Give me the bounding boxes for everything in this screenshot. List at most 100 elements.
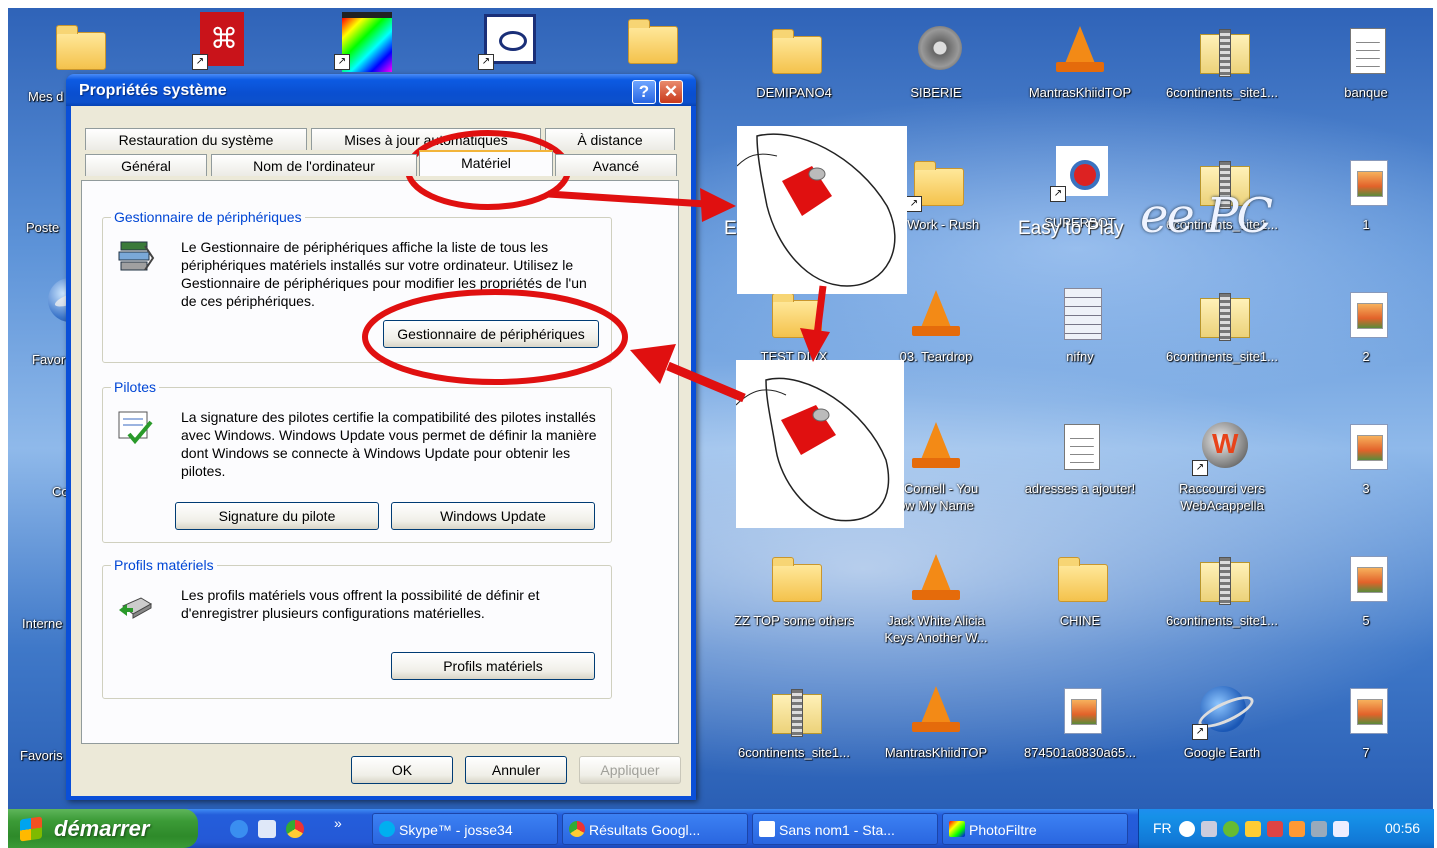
- task-chrome[interactable]: Résultats Googl...: [562, 813, 748, 845]
- task-photofiltre[interactable]: PhotoFiltre: [942, 813, 1128, 845]
- volume-icon[interactable]: [1201, 821, 1217, 837]
- icon-label: CHINE: [1059, 613, 1101, 628]
- help-button[interactable]: ?: [632, 80, 656, 104]
- desktop-edge-label-5: Interne: [22, 616, 63, 631]
- icon-label: 6continents_site1...: [737, 745, 851, 760]
- task-label: Skype™ - josse34: [399, 822, 513, 838]
- window-titlebar[interactable]: Propriétés système ? ✕: [66, 74, 696, 106]
- desktop-icon-mantras[interactable]: MantrasKhiidTOP: [1020, 22, 1140, 101]
- device-manager-group: Gestionnaire de périphériques Le Gestion…: [102, 209, 612, 363]
- folder-icon: [772, 29, 822, 74]
- clock: 00:56: [1385, 820, 1421, 836]
- zip-folder-icon: [772, 689, 822, 737]
- hardware-profiles-icon: [119, 597, 152, 619]
- language-indicator[interactable]: FR: [1153, 809, 1172, 848]
- chrome-quicklaunch-icon[interactable]: [286, 820, 304, 838]
- shortcut-arrow-icon: ↗: [478, 54, 494, 70]
- mouse-illustration-top: [736, 126, 907, 294]
- icon-label: Google Earth: [1183, 745, 1261, 760]
- desktop-icon-banque[interactable]: banque: [1306, 22, 1426, 101]
- hardware-profiles-group-title: Profils matériels: [111, 557, 217, 573]
- close-icon: ✕: [663, 82, 679, 101]
- tray-app-icon-4[interactable]: [1289, 821, 1305, 837]
- icon-label: adresses a ajouter!: [1024, 481, 1136, 496]
- icon-label: 2: [1362, 349, 1370, 364]
- tab-general[interactable]: Général: [85, 154, 207, 176]
- desktop-icon-6continents-e[interactable]: 6continents_site1...: [734, 682, 854, 761]
- tray-app-icon-1[interactable]: [1223, 821, 1239, 837]
- network-icon[interactable]: [1311, 821, 1327, 837]
- desktop-icon-6continents-d[interactable]: 6continents_site1...: [1162, 550, 1282, 629]
- tray-app-icon-3[interactable]: [1267, 821, 1283, 837]
- start-button[interactable]: démarrer: [8, 809, 198, 848]
- tab-nom-ordinateur[interactable]: Nom de l'ordinateur: [211, 154, 417, 176]
- icon-label: 874501a0830a65...: [1023, 745, 1137, 760]
- mail-quicklaunch-icon[interactable]: [258, 820, 276, 838]
- vlc-cone-icon: [1056, 26, 1104, 72]
- hardware-profiles-button[interactable]: Profils matériels: [391, 652, 595, 680]
- desktop-edge-label-1: Mes d: [28, 89, 64, 104]
- desktop-edge-label-3: Favor: [32, 352, 66, 367]
- tab-materiel[interactable]: Matériel: [419, 150, 553, 176]
- desktop-icon-mes-documents[interactable]: [48, 14, 108, 70]
- tab-restauration[interactable]: Restauration du système: [85, 128, 307, 150]
- desktop-icon-webacappella[interactable]: ↗ Raccourci vers WebAcappella: [1162, 418, 1282, 514]
- apply-button[interactable]: Appliquer: [579, 756, 681, 784]
- desktop-icon-mantras-2[interactable]: MantrasKhiidTOP: [876, 682, 996, 761]
- document-icon: [1064, 288, 1102, 340]
- desktop-edge-label-2: Poste: [26, 220, 60, 235]
- document-icon: [759, 821, 775, 837]
- tray-back-arrow-icon[interactable]: [1179, 821, 1195, 837]
- desktop-icon-6continents-a[interactable]: 6continents_site1...: [1162, 22, 1282, 101]
- desktop-icon-hexfile[interactable]: 874501a0830a65...: [1020, 682, 1140, 761]
- tab-a-distance[interactable]: À distance: [545, 128, 675, 150]
- desktop-icon-3[interactable]: 3: [1306, 418, 1426, 497]
- desktop-icon-6continents-c[interactable]: 6continents_site1...: [1162, 286, 1282, 365]
- hardware-profiles-description: Les profils matériels vous offrent la po…: [181, 587, 540, 621]
- quicklaunch-more-chevron[interactable]: »: [334, 815, 342, 831]
- system-tray: FR 00:56: [1138, 809, 1434, 848]
- desktop-icon-nifny[interactable]: nifny: [1020, 286, 1140, 365]
- desktop-icon-teardrop[interactable]: 03. Teardrop: [876, 286, 996, 365]
- desktop-icon-zztop[interactable]: ZZ TOP some others: [734, 550, 854, 629]
- desktop-icon-photofiltre[interactable]: ↗: [304, 12, 424, 72]
- desktop-icon-adresses[interactable]: adresses a ajouter!: [1020, 418, 1140, 497]
- task-label: Sans nom1 - Sta...: [779, 822, 895, 838]
- desktop-icon-folder-top[interactable]: [590, 12, 710, 68]
- ie-quicklaunch-icon[interactable]: [230, 820, 248, 838]
- desktop-icon-7[interactable]: 7: [1306, 682, 1426, 761]
- desktop-icon-acrobat[interactable]: ↗: [162, 12, 282, 70]
- desktop-icon-google-earth[interactable]: ↗ Google Earth: [1162, 682, 1282, 761]
- task-skype[interactable]: Skype™ - josse34: [372, 813, 558, 845]
- icon-label: banque: [1344, 85, 1388, 100]
- mail-tray-icon[interactable]: [1333, 821, 1349, 837]
- image-file-icon: [1350, 292, 1388, 338]
- desktop-icon-chine[interactable]: CHINE: [1020, 550, 1140, 629]
- desktop-icon-5[interactable]: 5: [1306, 550, 1426, 629]
- text-document-icon: [1064, 424, 1100, 470]
- windows-update-button[interactable]: Windows Update: [391, 502, 595, 530]
- shortcut-arrow-icon: ↗: [192, 54, 208, 70]
- icon-label: MantrasKhiidTOP: [1028, 85, 1132, 100]
- desktop-icon-jackwhite[interactable]: Jack White Alicia Keys Another W...: [876, 550, 996, 646]
- ok-button[interactable]: OK: [351, 756, 453, 784]
- driver-signature-button[interactable]: Signature du pilote: [175, 502, 379, 530]
- cancel-button[interactable]: Annuler: [465, 756, 567, 784]
- desktop-icon-viewer[interactable]: ↗: [448, 12, 568, 70]
- desktop-icon-demipano4[interactable]: DEMIPANO4: [734, 22, 854, 101]
- task-writer[interactable]: Sans nom1 - Sta...: [752, 813, 938, 845]
- tab-mises-a-jour[interactable]: Mises à jour automatiques: [311, 128, 541, 150]
- tray-app-icon-2[interactable]: [1245, 821, 1261, 837]
- desktop-icon-2[interactable]: 2: [1306, 286, 1426, 365]
- close-button[interactable]: ✕: [659, 80, 683, 104]
- desktop-icon-testdivx[interactable]: TEST DIVX: [734, 286, 854, 365]
- question-mark-icon: ?: [638, 82, 650, 101]
- folder-icon: [628, 19, 678, 64]
- system-properties-window: Propriétés système ? ✕ Restauration du s…: [66, 74, 696, 800]
- tab-avance[interactable]: Avancé: [555, 154, 677, 176]
- desktop-icon-siberie[interactable]: SIBERIE: [876, 22, 996, 101]
- photofiltre-icon: [949, 821, 965, 837]
- device-manager-button[interactable]: Gestionnaire de périphériques: [383, 320, 599, 348]
- folder-icon: [1058, 557, 1108, 602]
- desktop-icon-1[interactable]: 1: [1306, 154, 1426, 233]
